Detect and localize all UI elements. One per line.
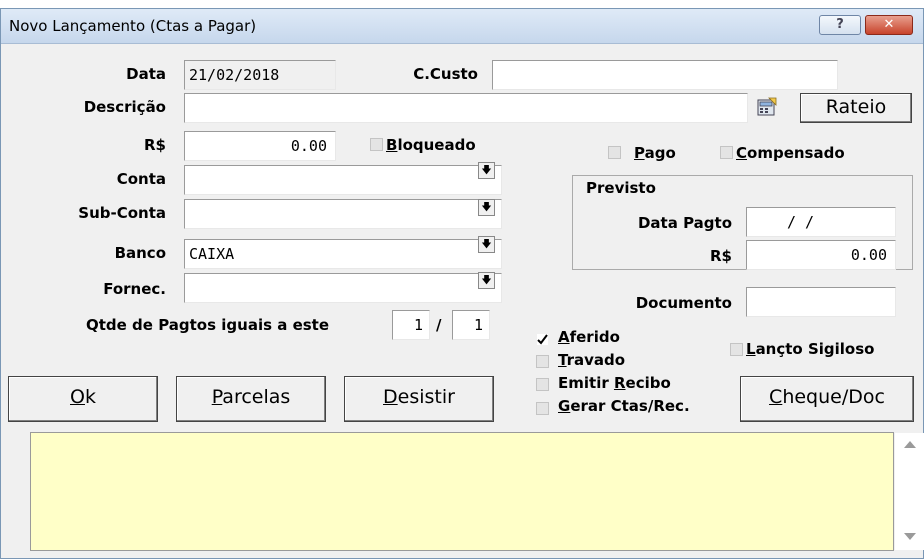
conta-dropdown-icon[interactable]: 🡇 xyxy=(478,162,495,179)
rateio-button[interactable]: Rateio xyxy=(800,93,912,123)
descricao-field[interactable] xyxy=(184,93,748,123)
ok-button[interactable]: Ok xyxy=(8,376,158,422)
qtde-b-field[interactable]: 1 xyxy=(452,310,490,340)
memo-textarea[interactable] xyxy=(30,432,924,551)
aferido-label: Aferido xyxy=(558,328,620,346)
previsto-valor-field[interactable]: 0.00 xyxy=(746,240,896,270)
travado-checkbox[interactable] xyxy=(536,355,549,368)
fornec-label: Fornec. xyxy=(103,280,166,298)
valor-label: R$ xyxy=(144,136,166,154)
banco-label: Banco xyxy=(114,244,166,262)
qtde-slash: / xyxy=(436,316,442,334)
documento-label: Documento xyxy=(635,294,732,312)
memo-text xyxy=(31,433,893,445)
valor-field[interactable]: 0.00 xyxy=(184,131,336,161)
pago-label: Pago xyxy=(634,144,676,162)
rateio-label: Rateio xyxy=(825,96,887,118)
ccusto-label: C.Custo xyxy=(413,65,478,83)
descricao-label: Descrição xyxy=(83,98,166,116)
qtde-a-field[interactable]: 1 xyxy=(392,310,430,340)
cheque-doc-button[interactable]: Cheque/Doc xyxy=(740,376,914,422)
help-button[interactable]: ? xyxy=(819,15,861,35)
memo-scrollbar[interactable] xyxy=(895,433,924,550)
subconta-label: Sub-Conta xyxy=(78,204,166,222)
data-label: Data xyxy=(126,65,166,83)
aferido-checkbox[interactable] xyxy=(536,333,549,346)
subconta-dropdown-icon[interactable]: 🡇 xyxy=(478,199,495,216)
lancto-sigiloso-checkbox[interactable] xyxy=(730,343,743,356)
ccusto-field[interactable] xyxy=(492,60,838,90)
fornec-dropdown-icon[interactable]: 🡇 xyxy=(478,272,495,289)
gerar-ctas-checkbox[interactable] xyxy=(536,402,549,415)
previsto-label: Previsto xyxy=(584,179,658,197)
title-bar: Novo Lançamento (Ctas a Pagar) ? ✕ xyxy=(1,9,923,44)
data-pagto-label: Data Pagto xyxy=(637,214,732,232)
emitir-recibo-checkbox[interactable] xyxy=(536,378,549,391)
gerar-ctas-label: Gerar Ctas/Rec. xyxy=(558,397,690,415)
data-pagto-field[interactable]: / / xyxy=(746,207,896,237)
fornec-field[interactable] xyxy=(184,273,502,303)
compensado-label: Compensado xyxy=(736,144,845,162)
bloqueado-label: Bloqueado xyxy=(386,136,476,154)
scroll-up-icon[interactable] xyxy=(904,441,916,448)
data-field[interactable]: 21/02/2018 xyxy=(184,60,336,90)
conta-field[interactable] xyxy=(184,165,502,195)
emitir-recibo-label: Emitir Recibo xyxy=(558,374,671,392)
banco-field[interactable]: CAIXA xyxy=(184,239,502,269)
documento-field[interactable] xyxy=(746,287,896,317)
pago-checkbox[interactable] xyxy=(608,146,621,159)
parcelas-button[interactable]: Parcelas xyxy=(176,376,326,422)
qtde-label: Qtde de Pagtos iguais a este xyxy=(86,316,330,334)
desistir-button[interactable]: Desistir xyxy=(344,376,494,422)
subconta-field[interactable] xyxy=(184,199,502,229)
scroll-down-icon[interactable] xyxy=(904,533,916,540)
window-title: Novo Lançamento (Ctas a Pagar) xyxy=(9,17,257,35)
calculator-icon[interactable] xyxy=(756,96,778,118)
lancto-sigiloso-label: Lançto Sigiloso xyxy=(746,340,875,358)
banco-dropdown-icon[interactable]: 🡇 xyxy=(478,236,495,253)
conta-label: Conta xyxy=(116,170,166,188)
compensado-checkbox[interactable] xyxy=(720,146,733,159)
checkmark-icon xyxy=(537,334,548,345)
close-button[interactable]: ✕ xyxy=(865,15,913,35)
previsto-valor-label: R$ xyxy=(710,247,732,265)
travado-label: Travado xyxy=(558,351,626,369)
bloqueado-checkbox[interactable] xyxy=(370,138,383,151)
